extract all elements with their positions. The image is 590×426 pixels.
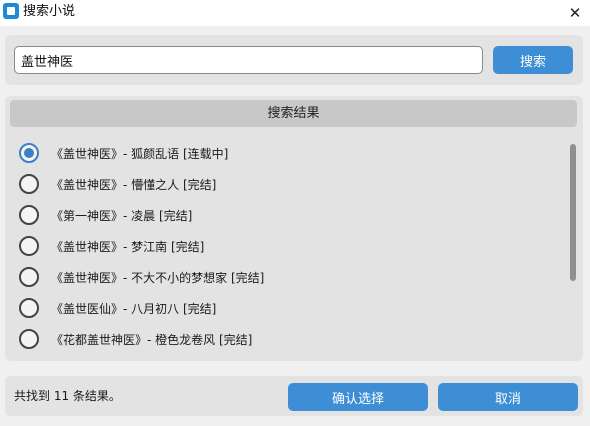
scrollbar-thumb[interactable] <box>570 144 576 281</box>
radio-button[interactable] <box>19 267 39 287</box>
results-list[interactable]: 《盖世神医》- 狐颜乱语 [连载中] 《盖世神医》- 懵懂之人 [完结] 《第一… <box>5 139 565 361</box>
result-item[interactable]: 《盖世医仙》- 八月初八 [完结] <box>19 296 559 320</box>
app-icon <box>3 3 19 19</box>
result-item[interactable]: 《盖世神医》- 狐颜乱语 [连载中] <box>19 141 559 165</box>
window-title: 搜索小说 <box>23 4 76 19</box>
results-panel: 搜索结果 《盖世神医》- 狐颜乱语 [连载中] 《盖世神医》- 懵懂之人 [完结… <box>5 96 583 361</box>
radio-selected[interactable] <box>19 143 39 163</box>
result-label: 《盖世神医》- 狐颜乱语 [连载中] <box>51 146 229 161</box>
result-item[interactable]: 《盖世神医》- 不大不小的梦想家 [完结] <box>19 265 559 289</box>
result-label: 《盖世神医》- 不大不小的梦想家 [完结] <box>51 270 265 285</box>
result-item[interactable]: 《花都盖世神医》- 橙色龙卷风 [完结] <box>19 327 559 351</box>
result-item[interactable]: 《盖世神医》- 懵懂之人 [完结] <box>19 172 559 196</box>
result-label: 《盖世神医》- 梦江南 [完结] <box>51 239 205 254</box>
search-input[interactable] <box>14 46 483 74</box>
result-count-status: 共找到 11 条结果。 <box>14 389 121 403</box>
result-label: 《花都盖世神医》- 橙色龙卷风 [完结] <box>51 332 253 347</box>
result-label: 《盖世神医》- 懵懂之人 [完结] <box>51 177 217 192</box>
result-label: 《盖世医仙》- 八月初八 [完结] <box>51 301 217 316</box>
confirm-selection-button[interactable]: 确认选择 <box>288 383 428 411</box>
cancel-button[interactable]: 取消 <box>438 383 578 411</box>
results-header: 搜索结果 <box>10 100 577 127</box>
radio-button[interactable] <box>19 329 39 349</box>
scrollbar[interactable] <box>567 141 577 356</box>
result-label: 《第一神医》- 凌晨 [完结] <box>51 208 193 223</box>
close-icon[interactable]: ✕ <box>560 0 590 26</box>
title-bar: 搜索小说 ✕ <box>0 0 590 26</box>
radio-button[interactable] <box>19 174 39 194</box>
radio-button[interactable] <box>19 236 39 256</box>
search-button[interactable]: 搜索 <box>493 46 573 74</box>
result-item[interactable]: 《第一神医》- 凌晨 [完结] <box>19 203 559 227</box>
radio-button[interactable] <box>19 205 39 225</box>
result-item[interactable]: 《盖世神医》- 梦江南 [完结] <box>19 234 559 258</box>
radio-button[interactable] <box>19 298 39 318</box>
